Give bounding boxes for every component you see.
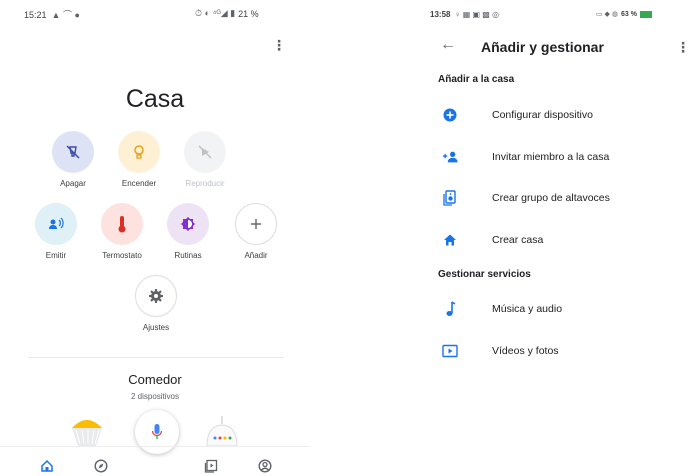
lamp-device-icon[interactable] — [70, 416, 104, 446]
routines-icon — [167, 203, 209, 245]
status-bar-left: 15:21 ▲ ⌒ ● — [24, 8, 80, 21]
status-bar-right: ▭ ◆ ◍ 63 % — [596, 10, 652, 18]
speaker-group-icon — [442, 190, 458, 206]
page-title: Añadir y gestionar — [481, 39, 604, 55]
status-time: 15:21 — [24, 9, 47, 20]
lamp-off-icon — [52, 131, 94, 173]
bulb-icon — [118, 131, 160, 173]
menu-item-videos-fotos[interactable]: Vídeos y fotos — [420, 336, 689, 366]
mic-button[interactable] — [135, 410, 179, 454]
menu-item-label: Música y audio — [492, 303, 563, 315]
home-screen: 15:21 ▲ ⌒ ● ⏱ ◐ ⁴ᴳ◢ ▮ 21 % ⋮ Casa Apagar… — [0, 0, 310, 476]
gear-icon — [135, 275, 177, 317]
media-icon[interactable] — [202, 458, 220, 474]
speaker-device-icon[interactable] — [204, 416, 240, 447]
quick-action-label: Rutinas — [174, 251, 202, 260]
battery-icon — [639, 10, 652, 18]
quick-action-label: Encender — [121, 179, 157, 188]
quick-action-termostato[interactable]: Termostato — [87, 203, 157, 260]
music-note-icon — [442, 301, 458, 317]
quick-action-label: Termostato — [102, 251, 142, 260]
battery-percent: 63 % — [621, 10, 637, 18]
quick-action-apagar[interactable]: Apagar — [38, 131, 108, 188]
add-manage-screen: 13:58 ♀ ▦ ▣ ▩ ◎ ▭ ◆ ◍ 63 % ← Añadir y ge… — [420, 0, 689, 476]
add-circle-icon — [442, 107, 458, 123]
home-icon[interactable] — [38, 458, 56, 474]
video-photo-icon — [442, 343, 458, 359]
section-header-manage: Gestionar servicios — [438, 269, 531, 280]
section-divider — [28, 357, 284, 358]
explore-icon[interactable] — [92, 458, 110, 474]
home-title: Casa — [125, 85, 185, 113]
menu-item-musica-audio[interactable]: Música y audio — [420, 294, 689, 324]
quick-action-anadir[interactable]: Añadir — [221, 203, 291, 260]
status-bar-right: ⏱ ◐ ⁴ᴳ◢ ▮ 21 % — [195, 8, 259, 19]
room-device-count: 2 dispositivos — [130, 392, 180, 401]
play-off-icon — [184, 131, 226, 173]
notification-icons: ▲ ⌒ ● — [51, 10, 80, 20]
add-person-icon — [442, 149, 458, 165]
menu-item-configurar-dispositivo[interactable]: Configurar dispositivo — [420, 100, 689, 130]
status-time: 13:58 — [430, 10, 451, 19]
menu-item-label: Vídeos y fotos — [492, 345, 559, 357]
bottom-nav-divider — [0, 446, 310, 447]
menu-item-crear-grupo-altavoces[interactable]: Crear grupo de altavoces — [420, 183, 689, 213]
quick-action-emitir[interactable]: Emitir — [21, 203, 91, 260]
status-bar-left: 13:58 ♀ ▦ ▣ ▩ ◎ — [430, 10, 499, 19]
quick-action-encender[interactable]: Encender — [104, 131, 174, 188]
quick-action-ajustes[interactable]: Ajustes — [121, 275, 191, 332]
quick-action-reproducir: Reproducir — [170, 131, 240, 188]
section-header-add: Añadir a la casa — [438, 74, 515, 85]
menu-item-crear-casa[interactable]: Crear casa — [420, 225, 689, 255]
notification-icons: ♀ ▦ ▣ ▩ ◎ — [454, 10, 500, 19]
system-icons: ⏱ ◐ ⁴ᴳ◢ ▮ — [195, 8, 236, 18]
room-name: Comedor — [128, 372, 182, 387]
battery-percent: 21 % — [238, 8, 259, 19]
house-icon — [442, 232, 458, 248]
back-arrow-icon[interactable]: ← — [440, 37, 456, 53]
menu-item-label: Crear grupo de altavoces — [492, 192, 610, 204]
overflow-menu-icon[interactable]: ⋮ — [676, 40, 689, 54]
system-icons: ▭ ◆ ◍ — [596, 11, 618, 18]
thermometer-icon — [101, 203, 143, 245]
menu-item-label: Configurar dispositivo — [492, 109, 593, 121]
menu-item-label: Crear casa — [492, 234, 544, 246]
plus-icon — [235, 203, 277, 245]
mic-icon — [151, 424, 163, 439]
quick-action-label: Reproducir — [185, 179, 225, 188]
overflow-menu-icon[interactable]: ⋮ — [272, 38, 286, 52]
quick-action-label: Apagar — [60, 179, 86, 188]
quick-action-label: Ajustes — [142, 323, 170, 332]
menu-item-label: Invitar miembro a la casa — [492, 151, 610, 163]
menu-item-invitar-miembro[interactable]: Invitar miembro a la casa — [420, 142, 689, 172]
quick-action-label: Emitir — [45, 251, 67, 260]
quick-action-label: Añadir — [244, 251, 268, 260]
account-icon[interactable] — [256, 458, 274, 474]
cast-icon — [35, 203, 77, 245]
quick-action-rutinas[interactable]: Rutinas — [153, 203, 223, 260]
